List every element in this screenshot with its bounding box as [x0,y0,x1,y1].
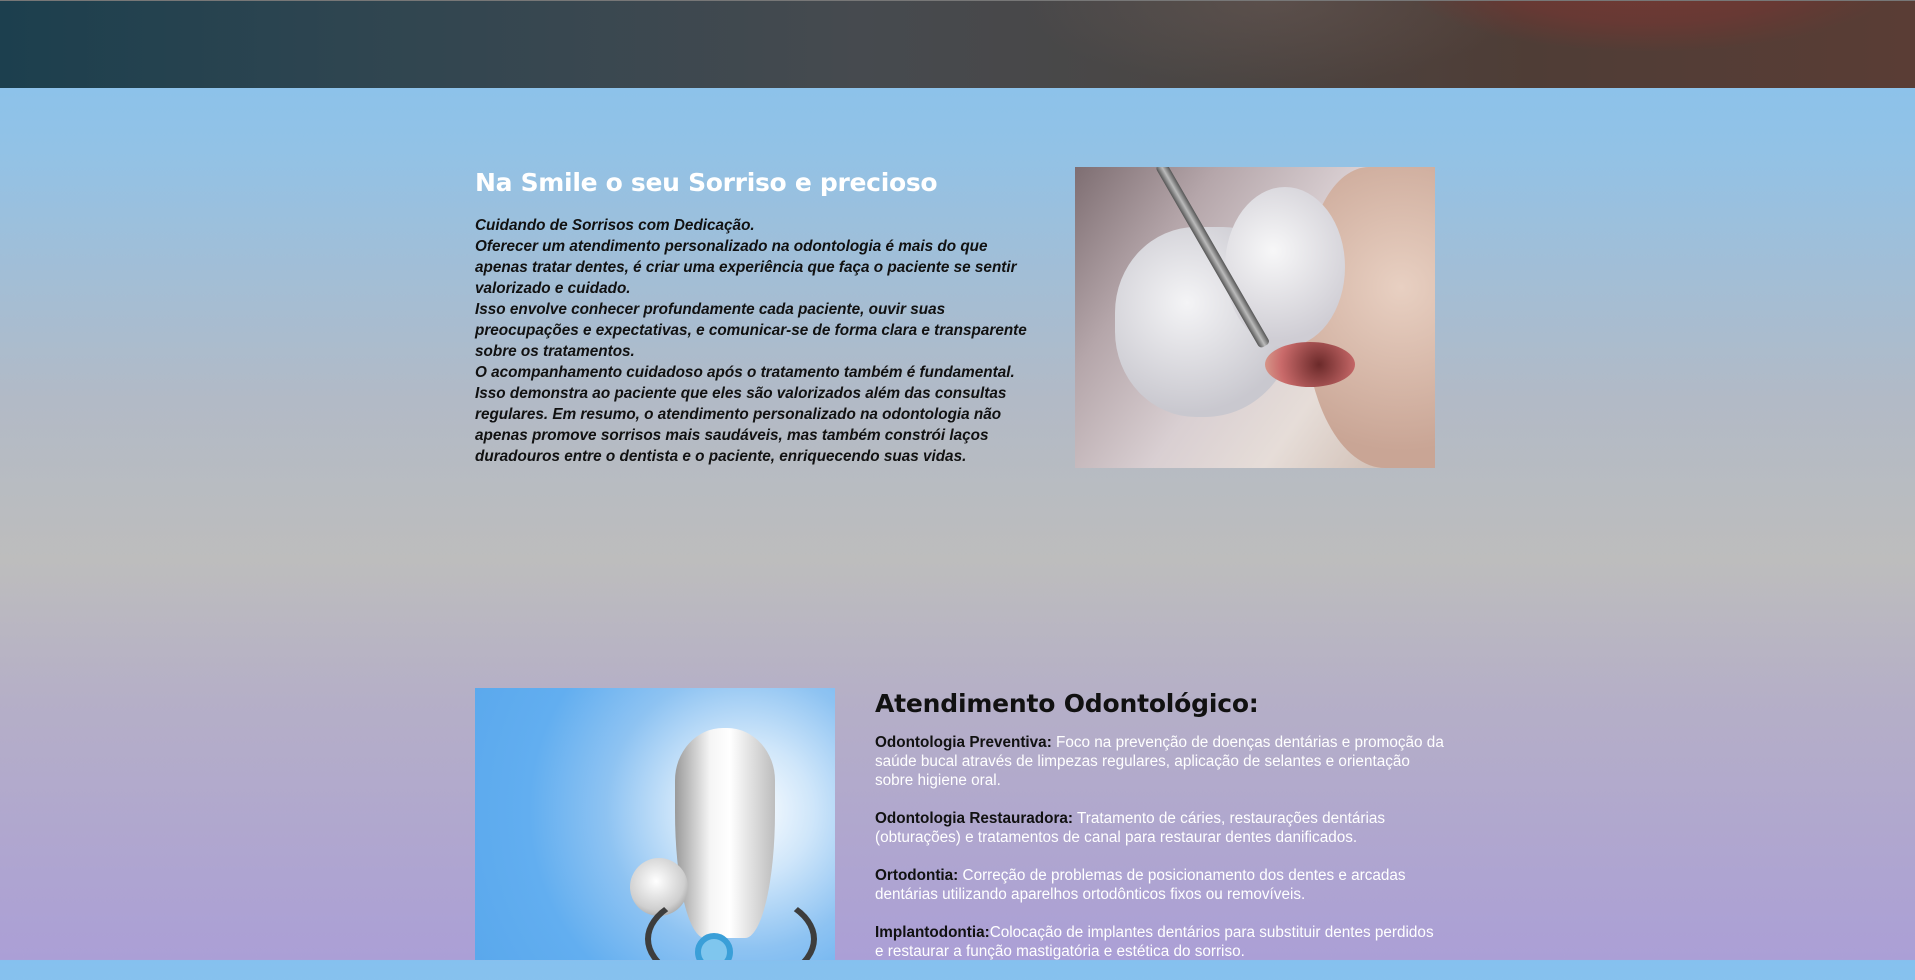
service-item-implantodontia: Implantodontia:Colocação de implantes de… [875,923,1445,961]
intro-paragraph-1: Cuidando de Sorrisos com Dedicação. [475,217,755,234]
tooth-illustration-photo [475,688,835,960]
services-title: Atendimento Odontológico: [875,689,1259,718]
glove-hand-2 [1225,187,1345,347]
service-item-restauradora: Odontologia Restauradora: Tratamento de … [875,809,1445,847]
dentist-treatment-photo [1075,167,1435,468]
intro-title: Na Smile o seu Sorriso e precioso [475,168,938,197]
intro-paragraph-3: Isso envolve conhecer profundamente cada… [475,301,1027,360]
intro-paragraph-2: Oferecer um atendimento personalizado na… [475,238,1017,297]
intro-text-block: Na Smile o seu Sorriso e precioso Cuidan… [475,167,1035,467]
hero-banner-image [0,0,1915,88]
patient-mouth [1265,342,1355,387]
intro-paragraph-4: O acompanhamento cuidadoso após o tratam… [475,364,1015,465]
service-label: Implantodontia: [875,924,990,941]
service-label: Odontologia Restauradora: [875,810,1074,827]
service-item-ortodontia: Ortodontia: Correção de problemas de pos… [875,866,1445,904]
service-label: Ortodontia: [875,867,959,884]
intro-body: Cuidando de Sorrisos com Dedicação. Ofer… [475,215,1035,467]
service-label: Odontologia Preventiva: [875,734,1052,751]
services-section: Atendimento Odontológico: Odontologia Pr… [875,688,1445,980]
hero-smile-detail [1400,1,1900,51]
service-item-preventiva: Odontologia Preventiva: Foco na prevençã… [875,733,1445,790]
